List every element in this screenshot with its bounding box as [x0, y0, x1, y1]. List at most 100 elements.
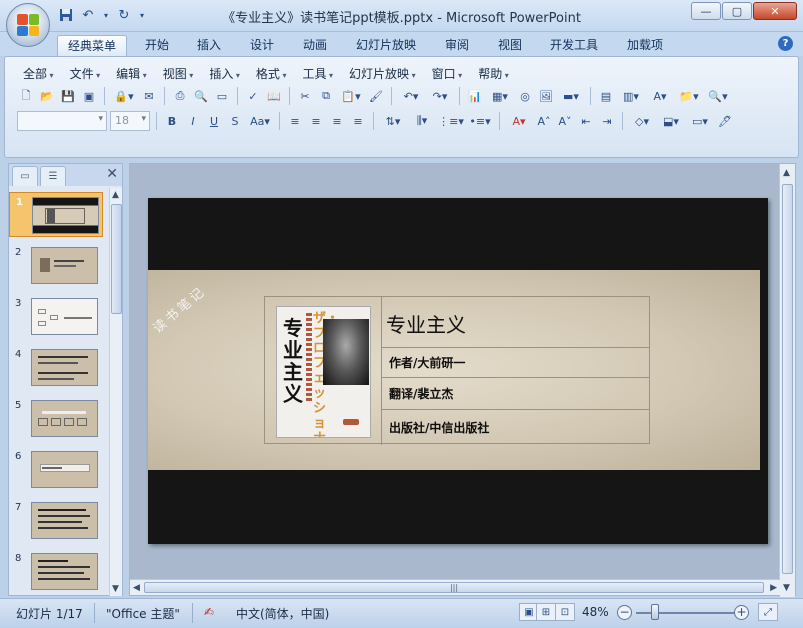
picture-icon[interactable]: 🖼 [537, 87, 555, 105]
close-icon[interactable]: ✕ [106, 166, 118, 182]
scroll-down-icon[interactable]: ▼ [112, 584, 119, 594]
tab-home[interactable]: 开始 [135, 35, 179, 56]
fit-to-window-icon[interactable]: ⤢ [758, 603, 778, 621]
maximize-button[interactable]: ▢ [722, 2, 752, 20]
menu-help[interactable]: 帮助 [472, 65, 519, 82]
align-left-icon[interactable]: ≡ [286, 112, 304, 130]
redo-icon[interactable]: ↷▾ [427, 87, 453, 105]
menu-format[interactable]: 格式 [250, 65, 297, 82]
shadow-icon[interactable]: S [226, 112, 244, 130]
shape-fill-icon[interactable]: 🖊 [716, 112, 734, 130]
print-preview-icon[interactable]: 🔍 [192, 87, 210, 105]
permission-icon[interactable]: 🔒▾ [111, 87, 137, 105]
font-size-select[interactable]: 18 [110, 111, 150, 131]
italic-icon[interactable]: I [184, 112, 202, 130]
scroll-right-icon[interactable]: ▶ [770, 583, 777, 593]
slide-thumbnail[interactable]: 2 [9, 243, 103, 288]
slide-thumbnail[interactable]: 1 [9, 192, 103, 237]
email-icon[interactable]: ✉ [140, 87, 158, 105]
scrollbar-thumb[interactable]: ||| [144, 582, 764, 593]
align-center-icon[interactable]: ≡ [307, 112, 325, 130]
slide-thumbnail[interactable]: 6 [9, 447, 103, 492]
justify-icon[interactable]: ≡ [349, 112, 367, 130]
outline-tab[interactable]: ☰ [40, 166, 66, 186]
zoom-level[interactable]: 48% [582, 605, 609, 619]
grow-font-icon[interactable]: A˄ [535, 112, 553, 130]
scrollbar-thumb[interactable] [111, 204, 122, 314]
smartart-icon[interactable]: ◎ [516, 87, 534, 105]
tab-classic-menu[interactable]: 经典菜单 [57, 35, 128, 56]
increase-indent-icon[interactable]: ⇥ [598, 112, 616, 130]
scroll-up-icon[interactable]: ▲ [112, 190, 119, 200]
tab-review[interactable]: 审阅 [435, 35, 479, 56]
tab-design[interactable]: 设计 [240, 35, 284, 56]
undo-icon[interactable]: ↶▾ [398, 87, 424, 105]
align-right-icon[interactable]: ≡ [328, 112, 346, 130]
underline-icon[interactable]: U [205, 112, 223, 130]
print-icon[interactable]: ⎙ [171, 87, 189, 105]
menu-view[interactable]: 视图 [157, 65, 204, 82]
research-icon[interactable]: 📖 [265, 87, 283, 105]
font-color-icon[interactable]: A▾ [506, 112, 532, 130]
scroll-left-icon[interactable]: ◀ [133, 583, 140, 593]
columns-icon[interactable]: ⫼▾ [409, 112, 435, 130]
slide-thumbnail[interactable]: 4 [9, 345, 103, 390]
new-slide-icon[interactable]: ▤ [597, 87, 615, 105]
paste-icon[interactable]: 📋▾ [338, 87, 364, 105]
thumbnail-scrollbar[interactable]: ▲ ▼ [109, 188, 122, 596]
text-direction-icon[interactable]: ⇅▾ [380, 112, 406, 130]
publisher-text[interactable]: 出版社/中信出版社 [389, 419, 489, 436]
zoom-in-icon[interactable]: + [734, 605, 749, 620]
menu-tools[interactable]: 工具 [296, 65, 343, 82]
chart-icon[interactable]: 📊 [466, 87, 484, 105]
font-name-select[interactable] [17, 111, 107, 131]
tab-insert[interactable]: 插入 [187, 35, 231, 56]
menu-edit[interactable]: 编辑 [110, 65, 157, 82]
slide-thumbnail[interactable]: 3 [9, 294, 103, 339]
numbering-icon[interactable]: ⋮≡▾ [438, 112, 464, 130]
current-slide[interactable]: 读书笔记 专业主义 ザ・プロフェッショナル 专业主义 作者/大前研一 翻译/裴立… [148, 198, 768, 544]
textbox-icon[interactable]: A▾ [647, 87, 673, 105]
quick-styles-icon[interactable]: ▭▾ [687, 112, 713, 130]
bullets-icon[interactable]: •≡▾ [467, 112, 493, 130]
spelling-icon[interactable]: ✓ [244, 87, 262, 105]
horizontal-scrollbar[interactable]: ◀ ||| ▶ [130, 579, 780, 595]
shrink-font-icon[interactable]: A˅ [556, 112, 574, 130]
shapes-icon[interactable]: ◇▾ [629, 112, 655, 130]
menu-insert[interactable]: 插入 [203, 65, 250, 82]
tab-slideshow[interactable]: 幻灯片放映 [346, 35, 426, 56]
cut-icon[interactable]: ✂ [296, 87, 314, 105]
help-icon[interactable]: ? [778, 36, 793, 51]
bold-icon[interactable]: B [163, 112, 181, 130]
tab-animation[interactable]: 动画 [293, 35, 337, 56]
slide-thumbnail[interactable]: 5 [9, 396, 103, 441]
menu-window[interactable]: 窗口 [426, 65, 473, 82]
find-icon[interactable]: 🔍▾ [705, 87, 731, 105]
scroll-down-icon[interactable]: ▼ [783, 583, 790, 593]
tab-view[interactable]: 视图 [488, 35, 532, 56]
color-icon[interactable]: ▬▾ [558, 87, 584, 105]
close-button[interactable]: ✕ [753, 2, 797, 20]
scroll-up-icon[interactable]: ▲ [783, 168, 790, 178]
tab-developer[interactable]: 开发工具 [540, 35, 608, 56]
minimize-button[interactable]: — [691, 2, 721, 20]
translator-text[interactable]: 翻译/裴立杰 [389, 385, 453, 402]
vertical-scrollbar[interactable]: ▲ ▼ [779, 164, 795, 597]
new-icon[interactable]: 🗋 [17, 87, 35, 105]
office-button[interactable] [6, 3, 50, 47]
save-icon[interactable]: 💾 [59, 87, 77, 105]
format-painter-icon[interactable]: 🖌 [367, 87, 385, 105]
save-as-pdf-icon[interactable]: ▣ [80, 87, 98, 105]
table-icon[interactable]: ▦▾ [487, 87, 513, 105]
slide-title[interactable]: 专业主义 [386, 309, 466, 338]
font-spacing-icon[interactable]: Aa▾ [247, 112, 273, 130]
tab-addins[interactable]: 加载项 [617, 35, 673, 56]
slideshow-view-button[interactable]: ⊡ [555, 603, 575, 621]
layout-icon[interactable]: ▥▾ [618, 87, 644, 105]
slide-thumbnail[interactable]: 8 [9, 549, 103, 594]
slide-view-icon[interactable]: ▭ [213, 87, 231, 105]
arrange-icon[interactable]: ⬓▾ [658, 112, 684, 130]
author-text[interactable]: 作者/大前研一 [389, 354, 465, 371]
slide-sorter-button[interactable]: ⊞ [536, 603, 556, 621]
slides-tab[interactable]: ▭ [12, 166, 38, 186]
